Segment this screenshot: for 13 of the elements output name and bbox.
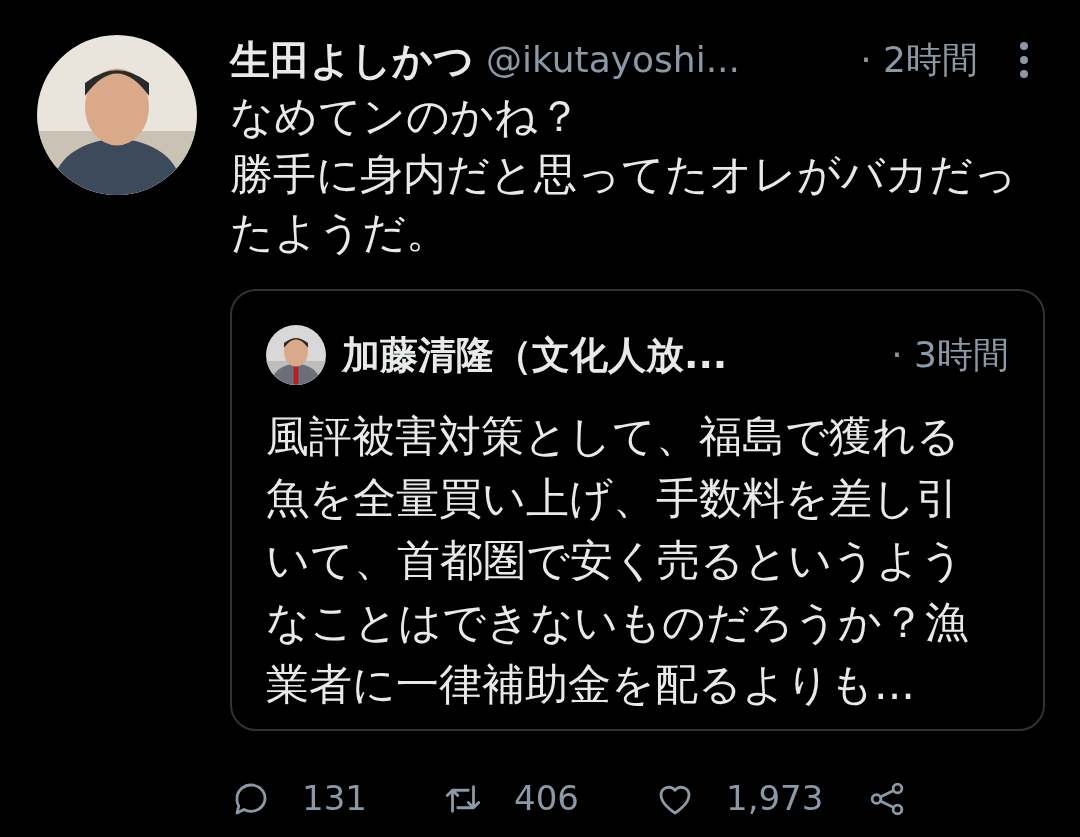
quoted-tweet-text: 風評被害対策として、福島で獲れる魚を全量買い上げ、手数料を差し引いて、首都圏で安く売るというようなことはできないものだろうか？漁業者に一律補助金を配るよりも... bbox=[266, 410, 969, 711]
more-icon[interactable] bbox=[1018, 40, 1030, 80]
tweet-time: · 2時間 bbox=[860, 38, 978, 82]
author-name: 生田よしかつ bbox=[230, 36, 474, 85]
retweet-button[interactable]: 406 bbox=[442, 773, 654, 824]
tweet-text: なめてンのかね？ bbox=[230, 90, 582, 143]
quoted-author-name: 加藤清隆（文化人放... bbox=[342, 331, 728, 379]
reply-button[interactable]: 131 bbox=[230, 773, 442, 824]
quoted-tweet-card[interactable]: 加藤清隆（文化人放... · 3時間 風評被害対策として、福島で獲れる魚を全量買い上げ、手数料を差し引いて、首都圏で安く売るというようなことはできないものだろうか？漁業者に一律補助金を配るよりも... bbox=[230, 289, 1045, 731]
tweet-text: 勝手に身内だと思ってたオレがバカだったようだ。 bbox=[230, 148, 1018, 259]
quoted-tweet-time: · 3時間 bbox=[891, 333, 1009, 377]
like-button[interactable]: 1,973 bbox=[654, 773, 866, 824]
author-handle: @ikutayoshi... bbox=[486, 38, 740, 82]
